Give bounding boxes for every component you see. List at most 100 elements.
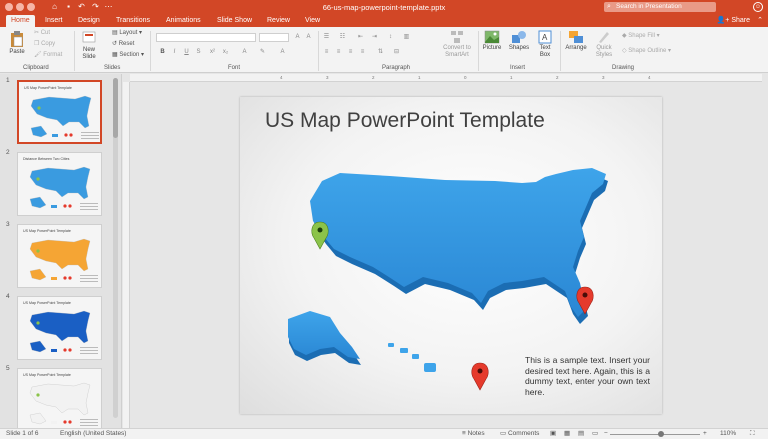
thumbnails-scrollbar[interactable]: [113, 78, 118, 418]
line-spacing-icon[interactable]: ↕: [386, 33, 395, 41]
slide-sorter-icon[interactable]: ▦: [564, 429, 570, 439]
text-direction-icon[interactable]: ⇅: [376, 48, 385, 56]
thumbnail-map: [30, 95, 99, 139]
paste-button[interactable]: Paste: [6, 30, 28, 56]
font-name-dropdown[interactable]: [156, 33, 256, 42]
scrollbar-thumb[interactable]: [113, 78, 118, 138]
ruler-mark: 3: [326, 75, 329, 80]
thumbnail-map: [29, 238, 98, 282]
reset-button[interactable]: ↺ Reset: [112, 40, 134, 48]
numbering-icon[interactable]: ☷: [338, 33, 347, 41]
fit-slide-icon[interactable]: ⛶: [750, 429, 755, 439]
ruler-mark: 1: [418, 75, 421, 80]
slide-number: 5: [6, 365, 10, 372]
tab-review[interactable]: Review: [262, 15, 295, 27]
tab-transitions[interactable]: Transitions: [111, 15, 155, 27]
align-left-icon[interactable]: ≡: [322, 48, 331, 56]
align-right-icon[interactable]: ≡: [346, 48, 355, 56]
convert-smartart-button[interactable]: Convert to SmartArt: [440, 30, 474, 59]
section-icon: ▦: [112, 52, 118, 58]
slide-thumbnail[interactable]: US Map PowerPoint Template: [17, 368, 102, 432]
section-button[interactable]: ▦ Section ▾: [112, 51, 144, 59]
slide-thumbnail[interactable]: Distance Between Two Cities: [17, 152, 102, 216]
bullets-icon[interactable]: ☰: [322, 33, 331, 41]
shapes-button[interactable]: Shapes: [507, 30, 531, 52]
align-center-icon[interactable]: ≡: [334, 48, 343, 56]
slide-thumbnail[interactable]: US Map PowerPoint Template: [17, 296, 102, 360]
bold-icon[interactable]: B: [158, 48, 167, 56]
horizontal-ruler: 4 3 2 1 0 1 2 3 4: [130, 74, 762, 82]
format-label: Format: [43, 52, 63, 58]
increase-indent-icon[interactable]: ⇥: [370, 33, 379, 41]
quick-styles-icon: [599, 32, 609, 43]
format-painter-button[interactable]: 🖌 Format: [34, 51, 62, 59]
comments-button[interactable]: ▭ Comments: [500, 429, 539, 439]
slide-body-text[interactable]: This is a sample text. Insert your desir…: [525, 355, 650, 397]
increase-font-icon[interactable]: A: [293, 33, 302, 41]
tab-home[interactable]: Home: [6, 15, 35, 27]
text-effects-icon[interactable]: A: [240, 48, 249, 56]
zoom-out-icon[interactable]: −: [604, 429, 608, 439]
reset-label: Reset: [118, 41, 135, 47]
zoom-in-icon[interactable]: +: [703, 429, 707, 439]
zoom-level[interactable]: 110%: [720, 429, 736, 439]
cut-button[interactable]: ✂ Cut: [34, 29, 50, 37]
reading-view-icon[interactable]: ▤: [578, 429, 584, 439]
search-input[interactable]: ⌕ Search in Presentation: [604, 2, 716, 12]
font-size-dropdown[interactable]: [259, 33, 289, 42]
share-icon: 👤+: [716, 17, 730, 24]
decrease-indent-icon[interactable]: ⇤: [356, 33, 365, 41]
thumbnail-map: [29, 382, 98, 426]
zoom-slider[interactable]: [610, 434, 700, 435]
copy-icon: ❐: [34, 41, 40, 47]
slide-thumbnail[interactable]: US Map PowerPoint Template: [17, 224, 102, 288]
zoom-slider-knob[interactable]: [658, 431, 664, 437]
new-slide-button[interactable]: New Slide: [78, 30, 100, 61]
align-text-icon[interactable]: ⊟: [392, 48, 401, 56]
cut-icon: ✂: [34, 30, 40, 36]
section-label: Section: [119, 52, 140, 58]
tab-insert[interactable]: Insert: [40, 15, 68, 27]
tab-view[interactable]: View: [300, 15, 325, 27]
separator: [74, 31, 75, 71]
font-group-label: Font: [228, 65, 241, 71]
italic-icon[interactable]: I: [170, 48, 179, 56]
font-color-icon[interactable]: A: [278, 48, 287, 56]
picture-button[interactable]: Picture: [481, 30, 503, 52]
slideshow-icon[interactable]: ▭: [592, 429, 598, 439]
decrease-font-icon[interactable]: A: [304, 33, 313, 41]
subscript-icon[interactable]: x₂: [221, 48, 230, 56]
notes-button[interactable]: ≡ Notes: [462, 429, 485, 439]
shape-fill-button[interactable]: ◆ Shape Fill ▾: [622, 32, 660, 40]
normal-view-icon[interactable]: ▣: [550, 429, 556, 439]
strikethrough-icon[interactable]: S: [194, 48, 203, 56]
red-location-pin-south[interactable]: [471, 362, 489, 391]
arrange-button[interactable]: Arrange: [563, 30, 589, 52]
columns-icon[interactable]: ▥: [402, 33, 411, 41]
quick-styles-button[interactable]: Quick Styles: [592, 30, 616, 59]
tab-animations[interactable]: Animations: [161, 15, 206, 27]
tab-slide-show[interactable]: Slide Show: [212, 15, 257, 27]
current-slide[interactable]: US Map PowerPoint Template This is a sam…: [240, 97, 662, 414]
language-indicator[interactable]: English (United States): [60, 429, 126, 439]
tab-design[interactable]: Design: [73, 15, 105, 27]
search-placeholder: Search in Presentation: [616, 3, 682, 10]
paste-label: Paste: [9, 49, 25, 55]
ribbon-tabs: Home Insert Design Transitions Animation…: [0, 14, 768, 27]
share-label: Share: [731, 17, 750, 24]
slide-thumbnail[interactable]: US Map PowerPoint Template: [17, 80, 102, 144]
insert-group-label: Insert: [510, 65, 526, 71]
ruler-mark: 4: [648, 75, 651, 80]
copy-button[interactable]: ❐ Copy: [34, 40, 55, 48]
superscript-icon[interactable]: x²: [208, 48, 217, 56]
green-location-pin[interactable]: [311, 221, 329, 250]
text-box-button[interactable]: A Text Box: [534, 30, 556, 59]
collapse-ribbon-icon[interactable]: ⌃: [757, 15, 763, 27]
share-button[interactable]: 👤+ Share: [717, 15, 750, 27]
feedback-smiley-icon[interactable]: ☺: [753, 2, 763, 12]
underline-icon[interactable]: U: [182, 48, 191, 56]
justify-icon[interactable]: ≡: [358, 48, 367, 56]
highlight-icon[interactable]: ✎: [258, 48, 267, 56]
layout-button[interactable]: ▤ Layout ▾: [112, 29, 142, 37]
shape-outline-button[interactable]: ◇ Shape Outline ▾: [622, 47, 671, 55]
